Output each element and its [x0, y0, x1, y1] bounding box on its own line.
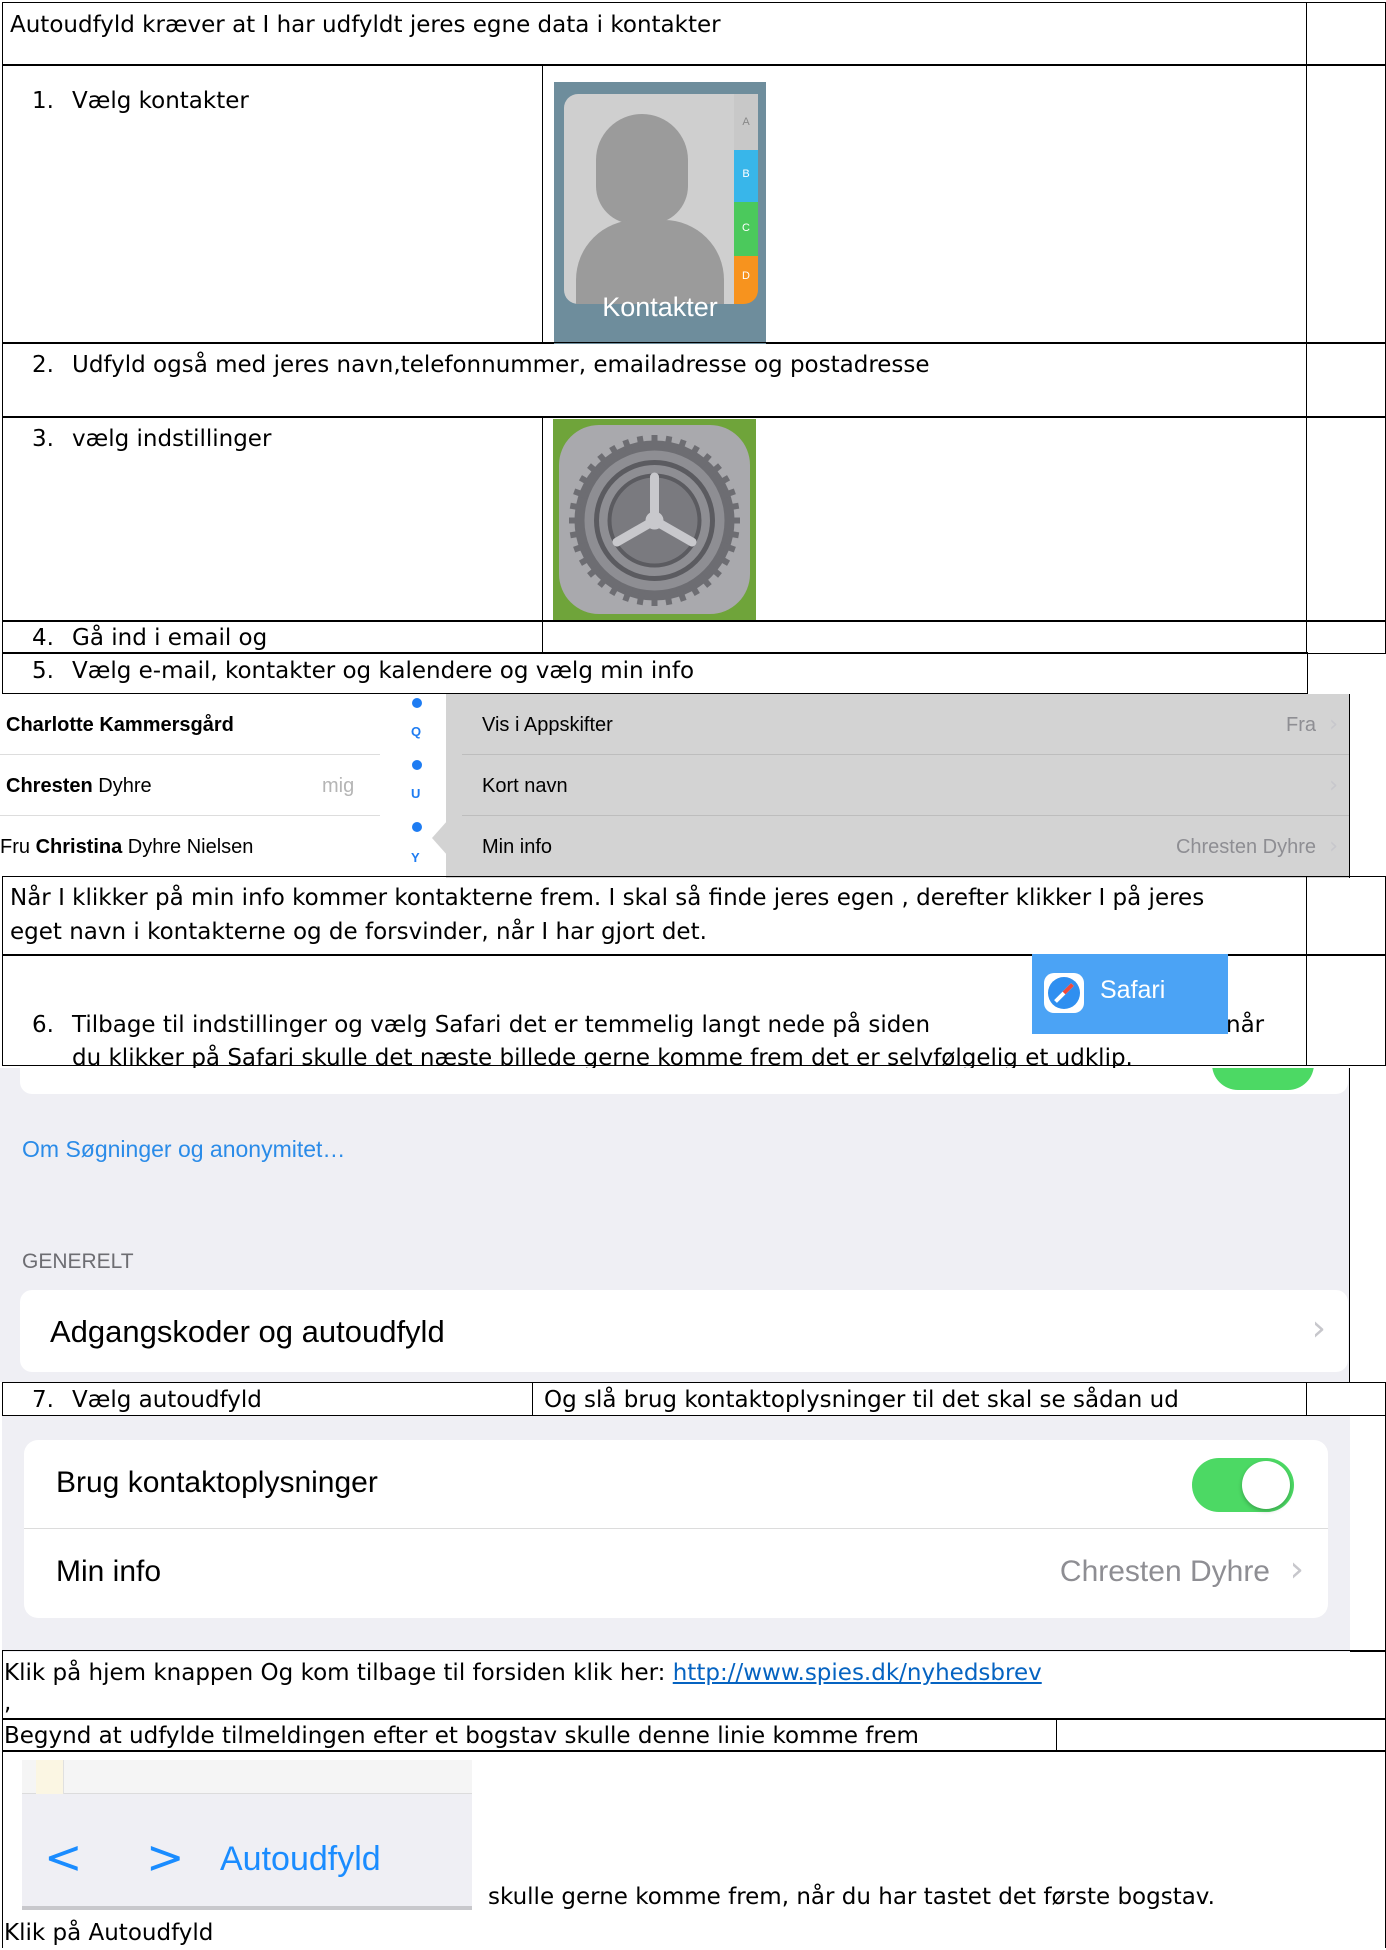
min-info-row[interactable]: Min info Chresten Dyhre › [24, 1529, 1328, 1618]
step2-text: 2. Udfyld også med jeres navn,telefonnumm… [32, 352, 930, 378]
toggle-knob [1242, 1461, 1290, 1509]
table-divider [1306, 954, 1307, 1066]
person-silhouette-icon [596, 114, 688, 224]
table-divider [1306, 1382, 1307, 1416]
previous-arrow-icon[interactable]: < [44, 1830, 83, 1884]
autofill-button[interactable]: Autoudfyld [220, 1840, 381, 1879]
table-divider [542, 416, 543, 622]
home-text: Klik på hjem knappen Og kom tilbage til … [4, 1660, 1042, 1686]
index-dot [412, 760, 422, 770]
index-dot [412, 822, 422, 832]
contacts-tab-a: A [734, 94, 758, 150]
table-divider [1306, 2, 1307, 66]
contacts-tab-c: C [734, 202, 758, 256]
after-bar-text: skulle gerne komme frem, når du har tast… [488, 1884, 1215, 1910]
table-divider [1306, 876, 1307, 956]
final-text: Klik på Autoudfyld [4, 1920, 214, 1946]
passwords-autofill-row[interactable]: Adgangskoder og autoudfyld › [20, 1290, 1348, 1372]
contacts-tab-b: B [734, 150, 758, 202]
contacts-app-icon: A B C D Kontakter [554, 82, 766, 344]
next-arrow-icon[interactable]: > [146, 1830, 185, 1884]
chevron-right-icon: › [1311, 1308, 1326, 1349]
settings-row-min-info[interactable]: Min info Chresten Dyhre › [462, 816, 1349, 878]
table-divider [1306, 342, 1307, 418]
contact-list-item: Fru Christina Dyhre Nielsen [0, 836, 254, 858]
toggle-switch[interactable] [1212, 1068, 1314, 1090]
table-divider [1306, 620, 1307, 654]
contact-list-item: Chresten Dyhre mig [0, 755, 380, 816]
safari-button[interactable]: Safari [1032, 954, 1228, 1034]
home-comma: , [4, 1690, 12, 1716]
step7-text: 7. Vælg autoudfyld [32, 1387, 262, 1413]
autofill-settings-screenshot: Brug kontaktoplysninger Min info Chreste… [2, 1416, 1350, 1652]
section-header-general: GENERELT [22, 1250, 134, 1273]
settings-row[interactable]: Vis i Appskifter Fra › [462, 694, 1349, 755]
note-line-1: Når I klikker på min info kommer kontakt… [10, 885, 1205, 911]
intro-text: Autoudfyld kræver at I har udfyldt jeres… [10, 12, 721, 38]
table-divider [1056, 1718, 1057, 1752]
index-letter [412, 698, 422, 708]
safari-label: Safari [1100, 976, 1166, 1004]
note-line-2: eget navn i kontakterne og de forsvinder… [10, 919, 707, 945]
table-divider [542, 620, 543, 654]
privacy-link[interactable]: Om Søgninger og anonymitet… [22, 1136, 345, 1163]
chevron-right-icon: › [1329, 712, 1338, 737]
popover-arrow [432, 820, 448, 856]
step3-text: 3. vælg indstillinger [32, 426, 272, 452]
contact-list-item: Charlotte Kammersgård [0, 694, 380, 755]
step1-text: 1. Vælg kontakter [32, 88, 249, 114]
chevron-right-icon: › [1329, 773, 1338, 798]
toggle-switch[interactable] [1192, 1458, 1294, 1512]
table-divider [532, 1382, 533, 1416]
table-divider [542, 64, 543, 344]
chevron-right-icon: › [1329, 834, 1338, 859]
gear-icon [569, 435, 740, 606]
newsletter-link[interactable]: http://www.spies.dk/nyhedsbrev [673, 1660, 1042, 1686]
step5-text: 5. Vælg e-mail, kontakter og kalendere og… [32, 658, 695, 684]
contacts-icon-label: Kontakter [602, 292, 718, 322]
chevron-right-icon: › [1289, 1549, 1304, 1590]
contacts-settings-screenshot: Charlotte Kammersgård Chresten Dyhre mig… [0, 694, 1350, 878]
index-letter: Y [411, 850, 420, 865]
safari-compass-icon [1044, 973, 1084, 1013]
index-letter: U [411, 786, 421, 801]
me-badge: mig [322, 775, 355, 797]
step6-line-1: 6. Tilbage til indstillinger og vælg Safa… [32, 1012, 931, 1038]
table-divider [1306, 64, 1307, 344]
safari-settings-screenshot: Om Søgninger og anonymitet… GENERELT Adg… [0, 1068, 1350, 1382]
step4-text: 4. Gå ind i email og [32, 625, 268, 651]
step6-line-1-end: når [1226, 1012, 1265, 1038]
autofill-bar-screenshot: < > Autoudfyld [22, 1760, 472, 1910]
use-contact-info-row[interactable]: Brug kontaktoplysninger [24, 1440, 1328, 1529]
index-letter: Q [411, 724, 422, 739]
table-divider [1306, 416, 1307, 622]
begin-text: Begynd at udfylde tilmeldingen efter et … [4, 1723, 919, 1749]
settings-row[interactable]: Kort navn › [462, 755, 1349, 816]
settings-app-icon [553, 419, 756, 620]
step7-right-text: Og slå brug kontaktoplysninger til det s… [544, 1387, 1179, 1413]
